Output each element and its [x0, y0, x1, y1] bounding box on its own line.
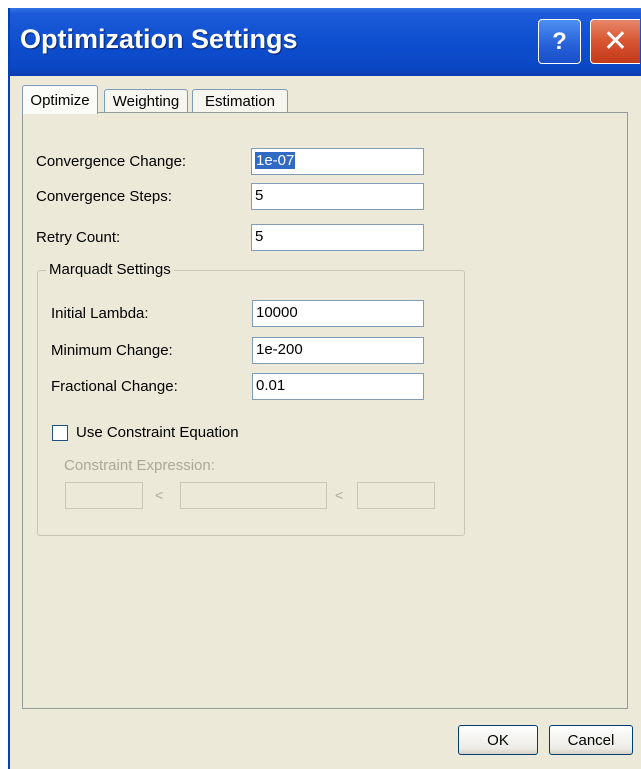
constraint-expression-field[interactable] — [180, 482, 327, 509]
help-button[interactable]: ? — [538, 19, 581, 64]
fractional-change-label: Fractional Change: — [51, 378, 178, 395]
optimization-settings-dialog: Optimization Settings ? ✕ Optimize Weigh… — [8, 8, 641, 769]
title-bar[interactable]: Optimization Settings ? ✕ — [10, 8, 641, 76]
use-constraint-checkbox[interactable] — [52, 425, 68, 441]
constraint-expression-label: Constraint Expression: — [64, 457, 215, 474]
convergence-change-value: 1e-07 — [255, 152, 296, 169]
less-than-symbol-1: < — [155, 487, 164, 503]
constraint-upper-field[interactable] — [357, 482, 435, 509]
convergence-steps-field[interactable]: 5 — [251, 183, 424, 210]
close-button[interactable]: ✕ — [590, 19, 640, 64]
marquadt-settings-group: Marquadt Settings Initial Lambda: 10000 … — [37, 261, 465, 536]
initial-lambda-label: Initial Lambda: — [51, 305, 149, 322]
use-constraint-label[interactable]: Use Constraint Equation — [76, 424, 239, 441]
convergence-steps-label: Convergence Steps: — [36, 188, 172, 205]
optimize-tab-panel: Convergence Change: 1e-07 Convergence St… — [22, 112, 628, 709]
cancel-button[interactable]: Cancel — [549, 725, 633, 755]
convergence-change-label: Convergence Change: — [36, 153, 187, 170]
initial-lambda-field[interactable]: 10000 — [252, 300, 424, 327]
close-icon: ✕ — [602, 25, 629, 58]
retry-count-label: Retry Count: — [36, 229, 121, 246]
dialog-title: Optimization Settings — [20, 24, 298, 54]
less-than-symbol-2: < — [335, 487, 344, 503]
question-mark-icon: ? — [552, 27, 567, 55]
minimum-change-label: Minimum Change: — [51, 342, 173, 359]
tab-weighting[interactable]: Weighting — [104, 89, 188, 113]
ok-button[interactable]: OK — [458, 725, 538, 755]
convergence-change-field[interactable]: 1e-07 — [251, 148, 424, 175]
retry-count-field[interactable]: 5 — [251, 224, 424, 251]
tab-optimize[interactable]: Optimize — [22, 85, 98, 114]
minimum-change-field[interactable]: 1e-200 — [252, 337, 424, 364]
tab-estimation[interactable]: Estimation — [192, 89, 288, 113]
fractional-change-field[interactable]: 0.01 — [252, 373, 424, 400]
marquadt-settings-title: Marquadt Settings — [46, 261, 174, 278]
constraint-lower-field[interactable] — [65, 482, 143, 509]
